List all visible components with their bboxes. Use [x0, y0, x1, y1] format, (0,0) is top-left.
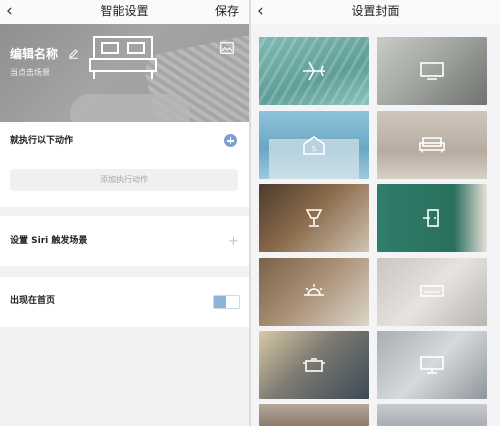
cover-tile[interactable]: [259, 258, 369, 326]
glass-icon: [305, 209, 323, 227]
actions-label: 就执行以下动作: [10, 136, 74, 146]
toggle-knob: [214, 296, 226, 308]
sun-icon: [304, 284, 324, 296]
cover-tile[interactable]: [377, 258, 487, 326]
siri-section[interactable]: 设置 Siri 触发场景 +: [0, 216, 249, 266]
smart-settings-screen: ‹ 智能设置 保存 编辑名称 当点击场景 就执行以下动作 添加执行动作 设置 S…: [0, 0, 249, 426]
sofa-icon: [419, 137, 445, 153]
bed-icon: [89, 36, 157, 79]
monitor-icon: [420, 356, 444, 374]
cover-tile[interactable]: [259, 404, 369, 426]
save-button[interactable]: 保存: [215, 4, 239, 18]
add-circle-icon[interactable]: [224, 134, 237, 147]
cover-tile[interactable]: [377, 37, 487, 105]
scene-trigger-hint: 当点击场景: [10, 68, 50, 77]
plus-icon[interactable]: +: [228, 235, 239, 248]
page-title: 设置封面: [351, 4, 400, 18]
scene-cover[interactable]: 编辑名称 当点击场景: [0, 24, 249, 122]
show-on-home-section: 出现在首页: [0, 277, 249, 327]
page-title: 智能设置: [100, 4, 149, 18]
cover-tile[interactable]: [377, 111, 487, 179]
show-on-home-toggle[interactable]: [213, 295, 240, 309]
show-on-home-label: 出现在首页: [10, 296, 56, 306]
add-action-button[interactable]: 添加执行动作: [10, 169, 238, 191]
svg-text:S: S: [312, 145, 317, 153]
airplane-icon: [303, 61, 325, 81]
actions-section: 就执行以下动作 添加执行动作: [0, 122, 249, 207]
cover-picker-screen: ‹ 设置封面 S: [251, 0, 500, 426]
cover-tile[interactable]: [377, 404, 487, 426]
tv-icon: [420, 62, 444, 80]
cover-tile[interactable]: [259, 331, 369, 399]
house-icon: S: [303, 136, 325, 155]
cover-tile[interactable]: [377, 331, 487, 399]
cover-sheet-decoration: [70, 94, 190, 122]
siri-label: 设置 Siri 触发场景: [10, 236, 88, 246]
pot-icon: [303, 358, 325, 372]
door-icon: [423, 209, 439, 227]
cover-tile[interactable]: S: [259, 111, 369, 179]
nav-bar: ‹ 智能设置 保存: [0, 0, 249, 24]
image-icon[interactable]: [220, 42, 234, 54]
cover-tile[interactable]: [259, 184, 369, 252]
cover-tile[interactable]: [377, 184, 487, 252]
pencil-icon[interactable]: [68, 48, 79, 59]
air-conditioner-icon: [420, 285, 444, 297]
cover-tile[interactable]: [259, 37, 369, 105]
nav-bar: ‹ 设置封面: [251, 0, 500, 24]
scene-name[interactable]: 编辑名称: [10, 47, 58, 62]
